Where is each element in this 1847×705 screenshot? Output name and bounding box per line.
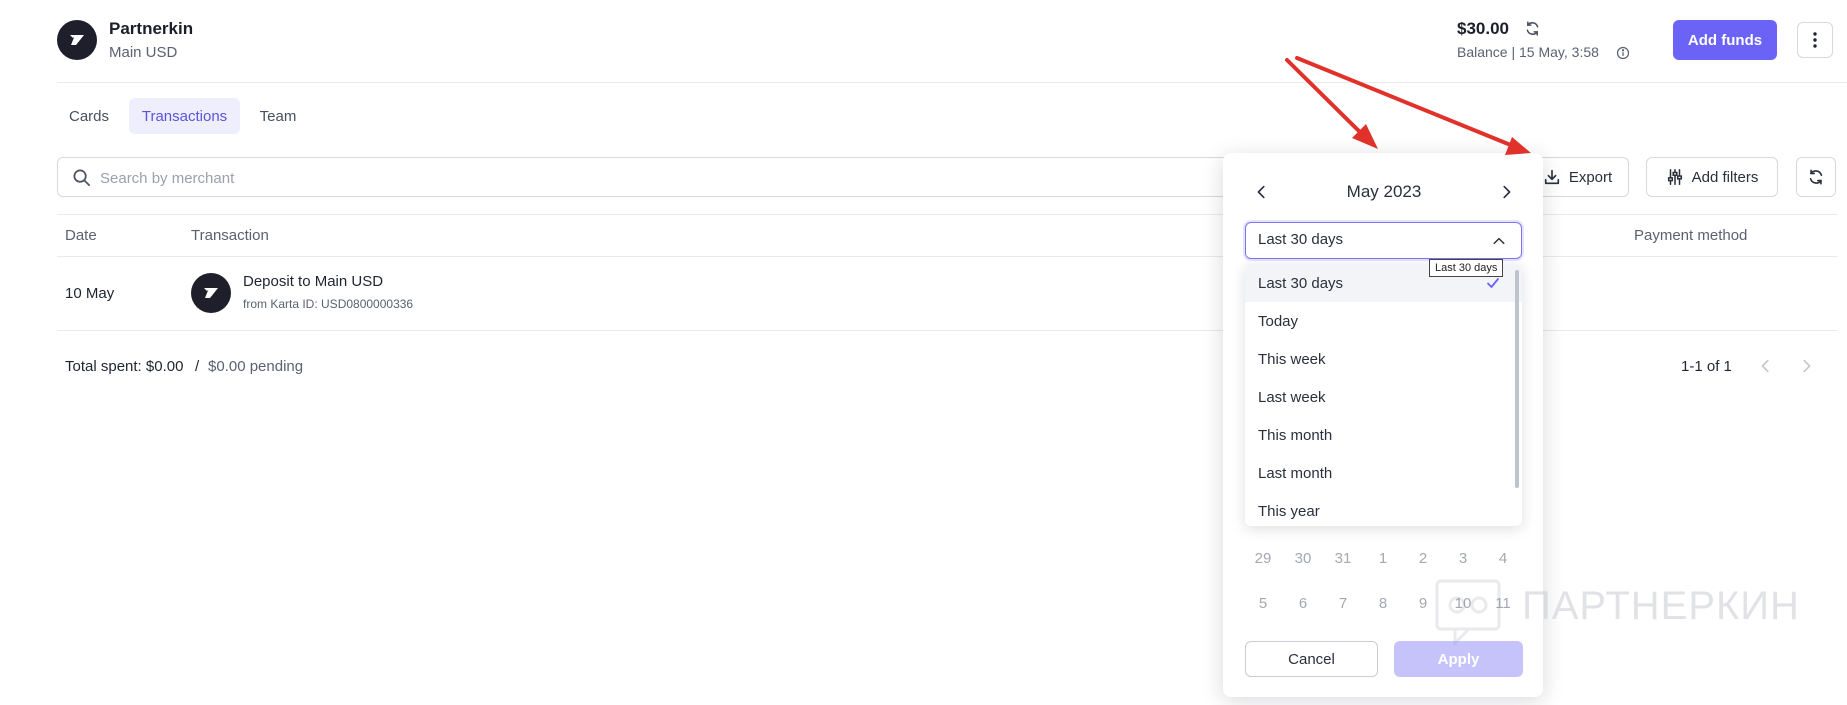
calendar-day[interactable]: 29 [1248, 550, 1278, 567]
dropdown-option-this-week[interactable]: This week [1245, 340, 1522, 378]
calendar-day[interactable]: 8 [1368, 595, 1398, 612]
option-label: This month [1258, 426, 1333, 444]
calendar-day[interactable]: 1 [1368, 550, 1398, 567]
annotation-arrow [1295, 56, 1520, 150]
date-range-value: Last 30 days [1258, 231, 1344, 248]
tab-team[interactable]: Team [249, 98, 307, 134]
calendar-day[interactable]: 3 [1448, 550, 1478, 567]
refresh-icon [1809, 169, 1823, 185]
transaction-subtitle: from Karta ID: USD0800000336 [243, 297, 414, 311]
option-label: Last week [1258, 388, 1326, 406]
header-divider [57, 82, 1847, 83]
balance-amount: $30.00 [1457, 19, 1509, 38]
table-header-divider [57, 256, 1837, 257]
option-label: Last 30 days [1258, 274, 1344, 292]
column-header-date: Date [65, 227, 97, 244]
more-options-button[interactable] [1797, 22, 1833, 58]
chevron-left-icon[interactable] [1253, 183, 1271, 201]
calendar-day[interactable]: 7 [1328, 595, 1358, 612]
pagination-range: 1-1 of 1 [1681, 358, 1732, 375]
brand-logo-icon [191, 273, 231, 313]
refresh-button[interactable] [1796, 157, 1836, 197]
refresh-icon[interactable] [1524, 20, 1541, 37]
export-label: Export [1568, 168, 1613, 186]
annotation-arrow [1285, 58, 1370, 142]
chevron-left-icon[interactable] [1757, 357, 1775, 375]
sliders-icon [1667, 169, 1682, 185]
option-label: This year [1258, 502, 1320, 520]
total-spent: Total spent: $0.00 [65, 358, 184, 375]
chevron-right-icon[interactable] [1497, 183, 1515, 201]
account-name: Main USD [109, 44, 178, 61]
balance-timestamp: Balance | 15 May, 3:58 [1457, 44, 1599, 60]
option-label: Today [1258, 312, 1299, 330]
dropdown-option-last-month[interactable]: Last month [1245, 454, 1522, 492]
pending-amount: $0.00 pending [208, 358, 304, 375]
calendar-day[interactable]: 2 [1408, 550, 1438, 567]
company-name: Partnerkin [109, 19, 194, 38]
calendar-day[interactable]: 5 [1248, 595, 1278, 612]
chevron-right-icon[interactable] [1797, 357, 1815, 375]
brand-logo-icon [57, 20, 97, 60]
date-range-dropdown: Last 30 days Today This week Last week T… [1245, 264, 1522, 526]
row-date: 10 May [65, 285, 115, 302]
option-label: Last month [1258, 464, 1333, 482]
calendar-day[interactable]: 30 [1288, 550, 1318, 567]
transaction-title[interactable]: Deposit to Main USD [243, 273, 383, 290]
search-input[interactable] [100, 168, 700, 188]
annotation-arrow-head [1352, 124, 1378, 149]
info-icon[interactable] [1616, 46, 1630, 60]
table-top-divider [57, 214, 1837, 215]
watermark-logo [1435, 579, 1501, 647]
watermark-text: ПАРТНЕРКИН [1522, 584, 1800, 628]
add-filters-label: Add filters [1691, 168, 1759, 186]
dropdown-option-today[interactable]: Today [1245, 302, 1522, 340]
total-separator: / [195, 358, 200, 375]
download-icon [1544, 169, 1559, 185]
table-row-divider [57, 330, 1837, 331]
tab-transactions[interactable]: Transactions [129, 98, 240, 134]
dropdown-option-this-year[interactable]: This year [1245, 492, 1522, 526]
dropdown-scrollbar[interactable] [1515, 270, 1519, 488]
column-header-transaction: Transaction [191, 227, 269, 244]
calendar-day[interactable]: 31 [1328, 550, 1358, 567]
calendar-day[interactable]: 6 [1288, 595, 1318, 612]
more-vertical-icon [1813, 32, 1817, 48]
tab-cards[interactable]: Cards [57, 98, 121, 134]
option-label: This week [1258, 350, 1326, 368]
tooltip: Last 30 days [1429, 259, 1504, 277]
calendar-day[interactable]: 4 [1488, 550, 1518, 567]
add-funds-button[interactable]: Add funds [1673, 20, 1777, 60]
dropdown-option-last-week[interactable]: Last week [1245, 378, 1522, 416]
cancel-button[interactable]: Cancel [1245, 641, 1378, 677]
check-icon [1487, 278, 1499, 288]
calendar-month-title: May 2023 [1346, 182, 1422, 201]
dropdown-option-this-month[interactable]: This month [1245, 416, 1522, 454]
column-header-payment-method: Payment method [1634, 227, 1748, 244]
chevron-up-icon[interactable] [1491, 233, 1507, 249]
search-icon [73, 169, 90, 186]
add-filters-button[interactable]: Add filters [1646, 157, 1778, 197]
